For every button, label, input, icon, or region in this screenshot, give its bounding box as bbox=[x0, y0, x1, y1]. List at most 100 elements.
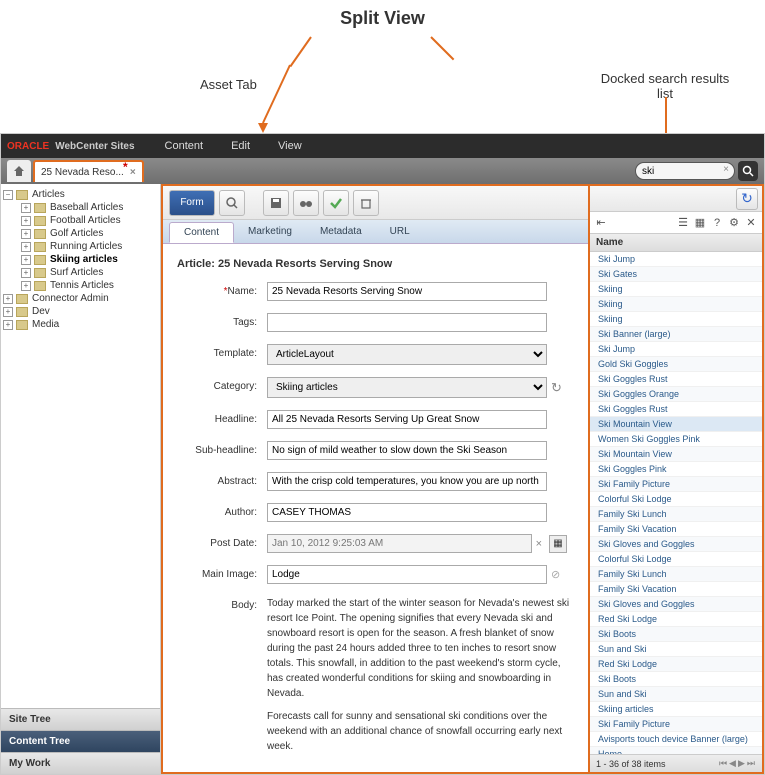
author-field[interactable] bbox=[267, 503, 547, 522]
tree-node[interactable]: +Surf Articles bbox=[3, 266, 158, 279]
name-field[interactable] bbox=[267, 282, 547, 301]
result-row[interactable]: Avisports touch device Banner (large) bbox=[590, 732, 762, 747]
result-row[interactable]: Family Ski Lunch bbox=[590, 507, 762, 522]
result-row[interactable]: Women Ski Goggles Pink bbox=[590, 432, 762, 447]
save-button[interactable] bbox=[263, 190, 289, 216]
result-row[interactable]: Gold Ski Goggles bbox=[590, 357, 762, 372]
result-row[interactable]: Ski Goggles Rust bbox=[590, 402, 762, 417]
result-row[interactable]: Ski Family Picture bbox=[590, 477, 762, 492]
asset-tab[interactable]: 25 Nevada Reso... * × bbox=[33, 160, 144, 182]
headline-field[interactable] bbox=[267, 410, 547, 429]
postdate-field[interactable] bbox=[267, 534, 532, 553]
checkmark-icon bbox=[329, 196, 343, 210]
home-tab[interactable] bbox=[7, 160, 31, 182]
result-row[interactable]: Red Ski Lodge bbox=[590, 612, 762, 627]
tree-node[interactable]: +Media bbox=[3, 318, 158, 331]
result-row[interactable]: Colorful Ski Lodge bbox=[590, 492, 762, 507]
settings-icon[interactable]: ⚙ bbox=[727, 216, 741, 230]
result-row[interactable]: Colorful Ski Lodge bbox=[590, 552, 762, 567]
brand-product: WebCenter Sites bbox=[55, 141, 150, 152]
accordion-site-tree[interactable]: Site Tree bbox=[1, 708, 160, 730]
result-row[interactable]: Family Ski Vacation bbox=[590, 582, 762, 597]
accordion-content-tree[interactable]: Content Tree bbox=[1, 730, 160, 752]
results-column-header[interactable]: Name bbox=[590, 234, 762, 252]
label-tags: Tags: bbox=[177, 313, 267, 328]
tree-node[interactable]: +Tennis Articles bbox=[3, 279, 158, 292]
refresh-icon[interactable]: ↻ bbox=[551, 380, 562, 396]
tab-close-icon[interactable]: × bbox=[130, 167, 136, 178]
result-row[interactable]: Ski Family Picture bbox=[590, 717, 762, 732]
category-select[interactable]: Skiing articles bbox=[267, 377, 547, 398]
label-postdate: Post Date: bbox=[177, 534, 267, 549]
result-row[interactable]: Family Ski Vacation bbox=[590, 522, 762, 537]
docked-top-toolbar: ↻ bbox=[590, 186, 762, 212]
result-row[interactable]: Skiing bbox=[590, 312, 762, 327]
result-row[interactable]: Sun and Ski bbox=[590, 642, 762, 657]
menu-view[interactable]: View bbox=[264, 140, 316, 152]
result-row[interactable]: Ski Goggles Rust bbox=[590, 372, 762, 387]
preview-button[interactable] bbox=[219, 190, 245, 216]
calendar-icon[interactable]: ▦ bbox=[549, 535, 567, 553]
result-row[interactable]: Ski Boots bbox=[590, 672, 762, 687]
clear-search-icon[interactable]: × bbox=[723, 164, 729, 175]
mainimage-field[interactable] bbox=[267, 565, 547, 584]
grid-view-icon[interactable]: ▦ bbox=[693, 216, 707, 230]
result-row[interactable]: Ski Goggles Pink bbox=[590, 462, 762, 477]
subheadline-field[interactable] bbox=[267, 441, 547, 460]
result-row[interactable]: Ski Goggles Orange bbox=[590, 387, 762, 402]
search-button[interactable] bbox=[738, 161, 758, 181]
result-row[interactable]: Family Ski Lunch bbox=[590, 567, 762, 582]
clear-date-icon[interactable]: × bbox=[536, 538, 542, 550]
close-panel-icon[interactable]: ✕ bbox=[744, 216, 758, 230]
app-window: ORACLE WebCenter Sites Content Edit View… bbox=[0, 133, 765, 775]
dock-button[interactable]: ⇤ bbox=[594, 216, 608, 230]
template-select[interactable]: ArticleLayout bbox=[267, 344, 547, 365]
inspect-button[interactable] bbox=[293, 190, 319, 216]
body-field[interactable]: Today marked the start of the winter sea… bbox=[267, 596, 574, 762]
tree-node[interactable]: +Running Articles bbox=[3, 240, 158, 253]
list-view-icon[interactable]: ☰ bbox=[676, 216, 690, 230]
subtab-marketing[interactable]: Marketing bbox=[234, 222, 306, 241]
subtab-url[interactable]: URL bbox=[376, 222, 424, 241]
tree-node-articles[interactable]: −Articles bbox=[3, 188, 158, 201]
refresh-results-button[interactable]: ↻ bbox=[736, 188, 758, 210]
results-pager[interactable]: ⏮◀▶⏭ bbox=[718, 758, 756, 769]
result-row[interactable]: Skiing bbox=[590, 282, 762, 297]
form-title: Article: 25 Nevada Resorts Serving Snow bbox=[177, 254, 574, 282]
result-row[interactable]: Ski Gloves and Goggles bbox=[590, 597, 762, 612]
delete-button[interactable] bbox=[353, 190, 379, 216]
menu-edit[interactable]: Edit bbox=[217, 140, 264, 152]
result-row[interactable]: Ski Boots bbox=[590, 627, 762, 642]
tree-node[interactable]: +Football Articles bbox=[3, 214, 158, 227]
subtab-content[interactable]: Content bbox=[169, 222, 234, 243]
menu-content[interactable]: Content bbox=[151, 140, 218, 152]
search-input[interactable] bbox=[635, 162, 735, 180]
tags-field[interactable] bbox=[267, 313, 547, 332]
tree-node[interactable]: +Connector Admin bbox=[3, 292, 158, 305]
result-row[interactable]: Ski Mountain View bbox=[590, 447, 762, 462]
result-row[interactable]: Sun and Ski bbox=[590, 687, 762, 702]
result-row[interactable]: Skiing articles bbox=[590, 702, 762, 717]
result-row[interactable]: Skiing bbox=[590, 297, 762, 312]
subtab-metadata[interactable]: Metadata bbox=[306, 222, 376, 241]
approve-button[interactable] bbox=[323, 190, 349, 216]
result-row[interactable]: Ski Jump bbox=[590, 342, 762, 357]
result-row[interactable]: Ski Mountain View bbox=[590, 417, 762, 432]
label-headline: Headline: bbox=[177, 410, 267, 425]
result-row[interactable]: Ski Gloves and Goggles bbox=[590, 537, 762, 552]
result-row[interactable]: Ski Banner (large) bbox=[590, 327, 762, 342]
tree-node[interactable]: +Baseball Articles bbox=[3, 201, 158, 214]
result-row[interactable]: Ski Gates bbox=[590, 267, 762, 282]
tree-node-skiing[interactable]: +Skiing articles bbox=[3, 253, 158, 266]
docked-view-toolbar: ⇤ ☰ ▦ ? ⚙ ✕ bbox=[590, 212, 762, 234]
remove-image-icon[interactable]: ⊘ bbox=[551, 568, 560, 581]
accordion-my-work[interactable]: My Work bbox=[1, 752, 160, 774]
result-row[interactable]: Red Ski Lodge bbox=[590, 657, 762, 672]
tree-node[interactable]: +Golf Articles bbox=[3, 227, 158, 240]
result-row[interactable]: Ski Jump bbox=[590, 252, 762, 267]
abstract-field[interactable] bbox=[267, 472, 547, 491]
help-icon[interactable]: ? bbox=[710, 216, 724, 230]
result-row[interactable]: Home bbox=[590, 747, 762, 754]
tree-node[interactable]: +Dev bbox=[3, 305, 158, 318]
form-mode-button[interactable]: Form bbox=[169, 190, 215, 216]
